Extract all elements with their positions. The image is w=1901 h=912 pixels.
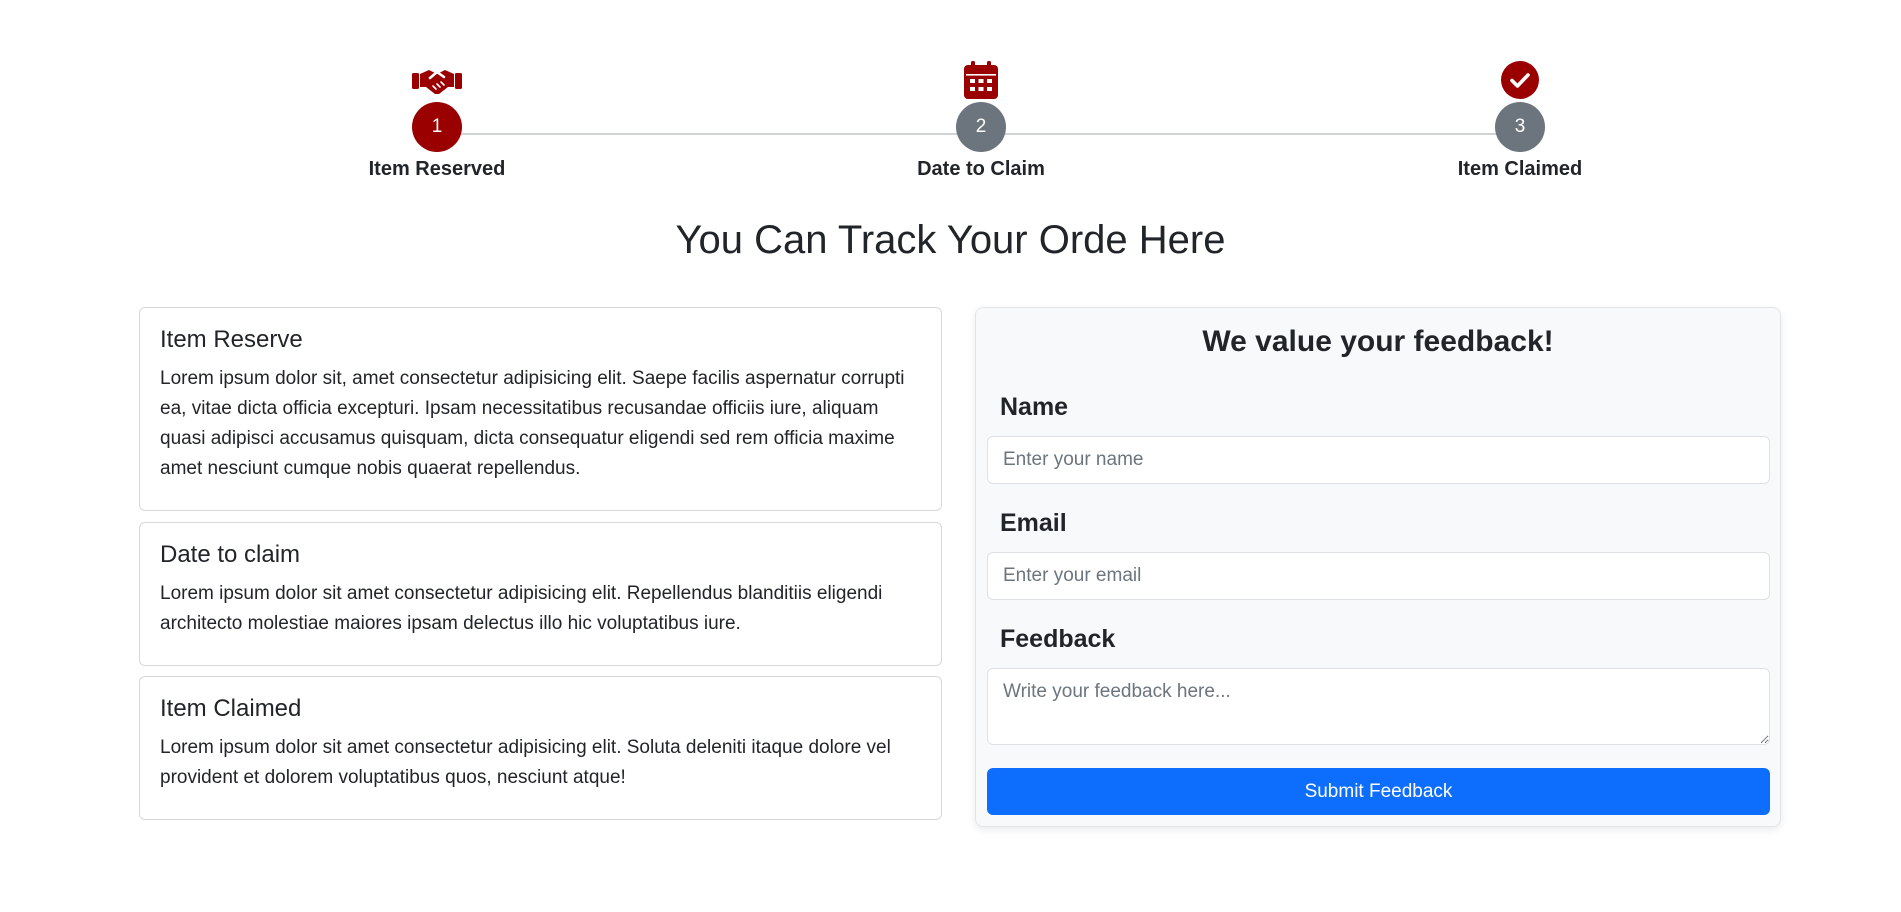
feedback-label: Feedback [1000,625,1116,653]
step-label: Item Claimed [1457,158,1583,180]
info-card-item-reserve: Item Reserve Lorem ipsum dolor sit, amet… [139,307,942,511]
page-title: You Can Track Your Orde Here [675,218,1226,262]
step-number-1: 1 [412,102,462,152]
step-item-claimed: 3 Item Claimed [1400,58,1640,181]
handshake-icon [317,58,557,102]
submit-feedback-button[interactable]: Submit Feedback [987,768,1770,815]
card-title: Date to claim [160,541,301,568]
calendar-icon [861,58,1101,102]
name-input[interactable] [987,436,1770,484]
check-circle-icon [1400,58,1640,102]
step-number-3: 3 [1495,102,1545,152]
feedback-title: We value your feedback! [1202,325,1554,358]
email-label: Email [1000,509,1067,537]
step-label: Item Reserved [368,158,506,180]
feedback-textarea[interactable] [987,668,1770,745]
email-input[interactable] [987,552,1770,600]
info-card-date-to-claim: Date to claim Lorem ipsum dolor sit amet… [139,522,942,666]
card-title: Item Claimed [160,695,302,722]
feedback-form: We value your feedback! Name Email Feedb… [975,307,1781,827]
card-title: Item Reserve [160,326,303,353]
card-text: Lorem ipsum dolor sit amet consectetur a… [160,737,891,788]
info-card-item-claimed: Item Claimed Lorem ipsum dolor sit amet … [139,676,942,820]
step-label: Date to Claim [917,158,1045,180]
name-label: Name [1000,393,1069,421]
order-progress-stepper: 1 Item Reserved 2 Date to Claim 3 Item C… [0,0,1901,200]
step-item-reserved: 1 Item Reserved [317,58,557,181]
card-text: Lorem ipsum dolor sit amet consectetur a… [160,583,883,634]
card-text: Lorem ipsum dolor sit, amet consectetur … [160,368,905,479]
step-date-to-claim: 2 Date to Claim [861,58,1101,181]
step-number-2: 2 [956,102,1006,152]
